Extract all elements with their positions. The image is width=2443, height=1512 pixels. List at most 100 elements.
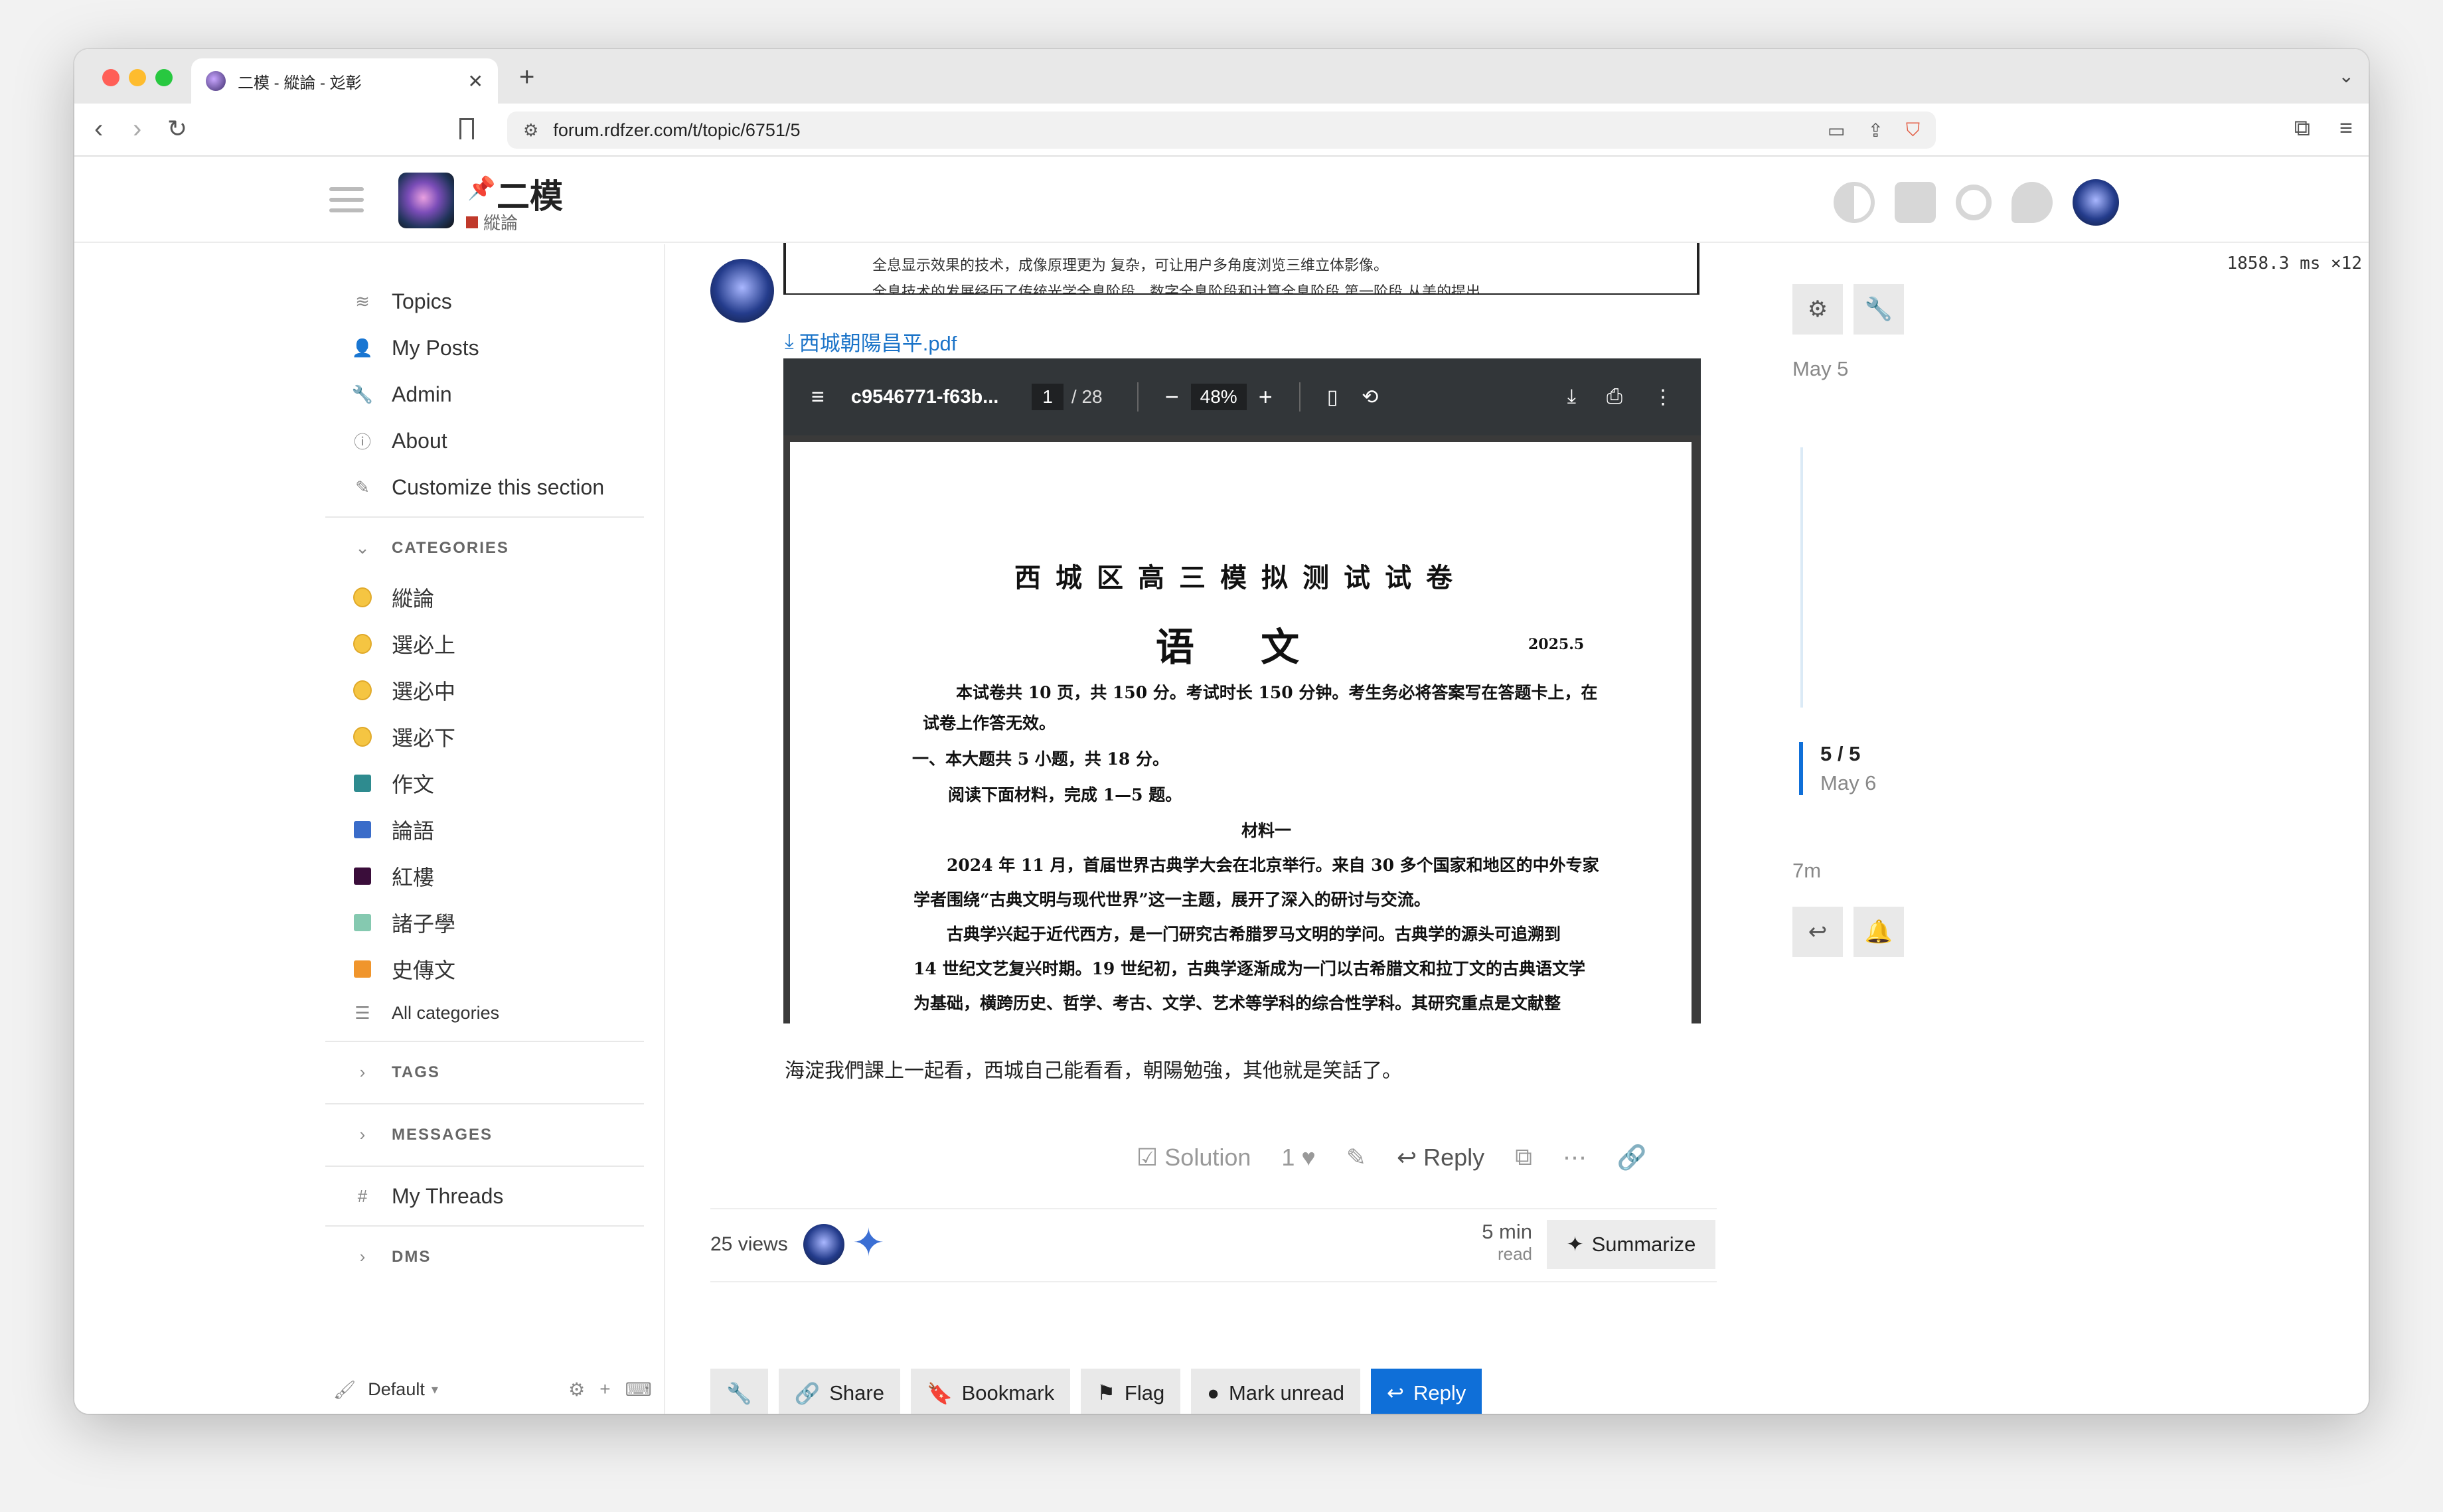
topic-category-badge[interactable]: 縱論 [466,210,518,234]
pdf-viewer-body[interactable]: 西城区高三模拟测试试卷 语 文 2025.5 本试卷共 10 页，共 150 分… [783,435,1701,1026]
theme-selector[interactable]: Default [368,1379,425,1400]
user-icon: 👤 [351,337,374,358]
add-section-icon[interactable]: + [599,1379,610,1400]
solution-button[interactable]: ☑ Solution [1137,1144,1251,1172]
pdf-zoom-input[interactable]: 48% [1190,384,1247,410]
reply-button[interactable]: ↩ Reply [1370,1369,1482,1414]
share-button[interactable]: 🔗 Share [778,1369,900,1414]
zoom-in-icon[interactable]: + [1259,383,1273,411]
sidebar-category-item[interactable]: 選必上 [353,624,455,664]
tab-list-chevron-icon[interactable]: ⌄ [2339,65,2354,87]
minimize-window-button[interactable] [129,69,146,86]
rotate-icon[interactable]: ⟲ [1362,386,1378,409]
more-actions-icon[interactable]: ⋯ [1563,1144,1587,1172]
pdf-download-icon[interactable]: ⤓ [1567,386,1576,409]
pdf-print-icon[interactable]: ⎙ [1607,386,1622,409]
sidebar-category-item[interactable]: 紅樓 [353,856,434,896]
tab-strip: 二模 - 縱論 - 彣彰 ✕ + ⌄ [74,49,2369,104]
sidebar-category-item[interactable]: 選必下 [353,717,455,757]
close-window-button[interactable] [102,69,119,86]
timeline-handle[interactable] [1799,742,1803,795]
tags-section-toggle[interactable]: › TAGS [353,1062,440,1083]
site-favicon-icon [206,71,226,91]
participant-avatar[interactable] [803,1224,844,1265]
sidebar-all-categories[interactable]: ☰ All categories [353,993,499,1033]
browser-menu-icon[interactable]: ≡ [2339,115,2353,141]
timeline-end-date[interactable]: 7m [1792,859,1821,883]
profiler-timing[interactable]: 1858.3 ms ×12 [2220,251,2369,276]
sidebar-category-item[interactable]: 選必中 [353,670,455,710]
zoom-window-button[interactable] [155,69,173,86]
sidebar-category-item[interactable]: 諸子學 [353,903,455,943]
post-author-avatar[interactable] [710,259,774,323]
timeline-wrench-icon[interactable]: 🔧 [1853,284,1904,335]
summarize-button[interactable]: ✦ Summarize [1547,1220,1715,1269]
like-button[interactable]: 1 ♥ [1281,1144,1315,1172]
categories-section-toggle[interactable]: ⌄ CATEGORIES [353,538,509,558]
timeline-admin-icon[interactable]: ⚙ [1792,284,1843,335]
fit-page-icon[interactable]: ▯ [1327,386,1338,409]
ai-sparkle-icon[interactable]: ✦ [852,1223,885,1264]
zoom-out-icon[interactable]: − [1165,383,1179,411]
user-avatar[interactable] [2073,179,2119,226]
threads-icon: # [357,1185,368,1206]
ai-bot-icon[interactable] [1895,182,1936,223]
keyboard-icon[interactable]: ⌨ [625,1379,652,1400]
dms-section-toggle[interactable]: › DMS [353,1247,431,1267]
forward-icon[interactable]: › [133,114,141,143]
new-tab-button[interactable]: + [519,62,534,92]
timeline-scrollarea[interactable] [1800,447,1803,708]
sidebar-category-item[interactable]: 論語 [353,810,434,850]
messages-section-toggle[interactable]: › MESSAGES [353,1124,493,1145]
sidebar-item-customize[interactable]: ✎ Customize this section [353,467,604,507]
post-reply-button[interactable]: ↩ Reply [1397,1144,1484,1172]
brave-shield-icon[interactable]: ⛉ [1906,119,1920,141]
url-text[interactable]: forum.rdfzer.com/t/topic/6751/5 [553,120,800,141]
sidebar-item-my-posts[interactable]: 👤 My Posts [351,328,479,368]
cast-icon[interactable]: ▭ [1828,119,1845,141]
pdf-date: 2025.5 [1528,636,1585,653]
pdf-more-icon[interactable]: ⋮ [1653,386,1673,409]
pdf-menu-icon[interactable]: ≡ [811,384,825,410]
timeline-start-date[interactable]: May 5 [1792,357,1848,381]
notification-bell-icon[interactable]: 🔔 [1853,907,1904,957]
bookmark-button[interactable]: 🔖 Bookmark [910,1369,1071,1414]
bookmark-page-icon[interactable] [459,118,474,139]
site-settings-icon[interactable]: ⚙ [523,120,538,141]
sidebar-settings-icon[interactable]: ⚙ [568,1379,585,1400]
admin-wrench-button[interactable]: 🔧 [710,1369,768,1414]
sidebar-item-my-threads[interactable]: # My Threads [353,1176,504,1216]
sidebar-footer: 🖌 Default ▾ ⚙ + ⌨ [333,1379,652,1400]
search-icon[interactable] [1956,185,1992,220]
reply-icon: ↩ [1396,1143,1417,1171]
address-bar[interactable]: ⚙ forum.rdfzer.com/t/topic/6751/5 ▭ ⇪ ⛉ [507,112,1936,149]
sidebar-category-item[interactable]: 史傳文 [353,949,455,989]
bookmark-icon: 🔖 [926,1381,953,1405]
pdf-page-input[interactable]: 1 [1032,384,1064,410]
reload-icon[interactable]: ↻ [167,114,187,143]
share-page-icon[interactable]: ⇪ [1868,119,1883,141]
pdf-attachment-link[interactable]: ⤓ 西城朝陽昌平.pdf [785,327,957,356]
theme-toggle-icon[interactable] [1834,182,1875,223]
sidebar-item-about[interactable]: ⓘ About [353,421,447,461]
reply-icon: ↩ [1386,1381,1404,1404]
close-tab-icon[interactable]: ✕ [468,70,483,92]
sidebar-item-topics[interactable]: ≋ Topics [353,281,452,321]
timeline-reply-icon[interactable]: ↩ [1792,907,1843,957]
browser-tab[interactable]: 二模 - 縱論 - 彣彰 ✕ [191,58,498,104]
chevron-down-icon[interactable]: ▾ [432,1381,438,1398]
sidebar-item-admin[interactable]: 🔧 Admin [352,374,452,414]
copy-link-icon[interactable]: ⧉ [1515,1143,1532,1172]
share-link-icon[interactable]: 🔗 [1617,1144,1647,1172]
site-logo[interactable] [398,173,454,228]
flag-button[interactable]: ⚑ Flag [1081,1369,1181,1414]
sidebar-toggle-icon[interactable] [329,187,364,212]
sidebar-category-item[interactable]: 縱論 [353,577,434,617]
mark-unread-button[interactable]: ● Mark unread [1191,1369,1360,1414]
sidebar-category-item[interactable]: 作文 [353,763,434,803]
category-color-square [354,775,371,792]
chat-icon[interactable] [2011,182,2053,223]
extensions-icon[interactable]: ⧉ [2294,115,2310,141]
edit-icon[interactable]: ✎ [1346,1144,1366,1172]
back-icon[interactable]: ‹ [94,114,103,143]
